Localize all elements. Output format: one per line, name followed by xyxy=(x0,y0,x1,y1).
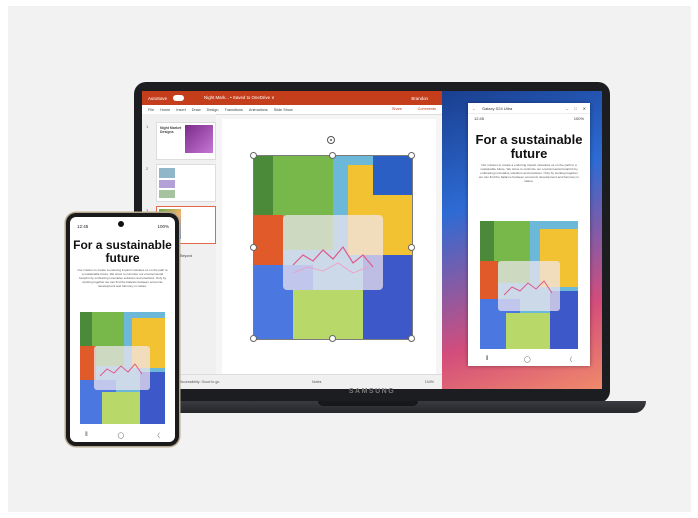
selection-frame xyxy=(253,155,413,340)
ppt-title-bar: AutoSave Night Mark... • Saved to OneDri… xyxy=(142,91,442,105)
comments-button[interactable]: Comments xyxy=(418,107,436,111)
page-body-text: Our mission to create a enduring impact … xyxy=(479,163,579,183)
smartphone: 12:45 100% For a sustainable future Our … xyxy=(66,213,179,446)
slide-thumbnail-1[interactable]: Night Market Designs xyxy=(156,122,216,160)
resize-handle[interactable] xyxy=(329,335,336,342)
back-icon[interactable]: ← xyxy=(472,106,476,111)
autosave-label: AutoSave xyxy=(148,95,168,101)
recents-icon[interactable]: ⦀ xyxy=(85,432,88,439)
notes-button[interactable]: Notes xyxy=(312,380,321,384)
resize-handle[interactable] xyxy=(250,152,257,159)
laptop-notch xyxy=(318,401,418,406)
back-nav-icon[interactable]: 〈 xyxy=(566,355,572,364)
status-time: 12:45 xyxy=(77,224,89,229)
home-icon[interactable]: ◯ xyxy=(524,356,531,363)
mirror-artwork-image xyxy=(480,221,578,349)
file-title[interactable]: Night Mark... • Saved to OneDrive ∨ xyxy=(204,95,274,101)
tab-slide-show[interactable]: Slide Show xyxy=(274,108,293,112)
slide-number: 1 xyxy=(146,124,149,129)
brand-logo: SAMSUNG xyxy=(348,388,396,395)
thumb-image xyxy=(185,125,213,153)
camera-punch-hole xyxy=(118,221,124,227)
rotate-handle-icon[interactable] xyxy=(326,135,336,145)
android-nav-bar: ⦀ ◯ 〈 xyxy=(70,429,175,442)
recents-icon[interactable]: ⦀ xyxy=(486,356,489,363)
phone-mirror-window[interactable]: ← Galaxy S24 Ultra – □ ✕ 12:45 100% For … xyxy=(468,103,590,366)
zoom-level[interactable]: 104% xyxy=(425,380,434,384)
back-nav-icon[interactable]: 〈 xyxy=(154,431,160,440)
status-time: 12:45 xyxy=(474,116,485,121)
battery-status: 100% xyxy=(157,224,169,229)
page-headline: For a sustainable future xyxy=(73,238,172,265)
thumb-title: Night Market Designs xyxy=(160,126,182,134)
autosave-toggle[interactable] xyxy=(173,95,185,101)
close-icon[interactable]: ✕ xyxy=(583,106,586,111)
phone-artwork-image xyxy=(80,312,165,424)
thumb-image xyxy=(159,190,175,198)
thumb-image xyxy=(159,180,175,188)
mirror-title-bar: ← Galaxy S24 Ultra – □ ✕ xyxy=(468,103,590,114)
device-name: Galaxy S24 Ultra xyxy=(482,105,513,111)
slide-thumbnail-2[interactable] xyxy=(156,164,216,202)
status-bar: Accessibility: Good to go Notes 104% xyxy=(142,374,442,389)
resize-handle[interactable] xyxy=(408,244,415,251)
minimize-icon[interactable]: – xyxy=(566,106,568,111)
resize-handle[interactable] xyxy=(408,335,415,342)
share-button[interactable]: Share xyxy=(392,107,402,111)
laptop-screen: AutoSave Night Mark... • Saved to OneDri… xyxy=(142,91,602,389)
resize-handle[interactable] xyxy=(329,152,336,159)
phone-screen[interactable]: 12:45 100% For a sustainable future Our … xyxy=(70,217,175,442)
resize-handle[interactable] xyxy=(250,244,257,251)
thumb-image xyxy=(159,168,175,178)
accessibility-status[interactable]: Accessibility: Good to go xyxy=(180,380,219,384)
home-icon[interactable]: ◯ xyxy=(117,432,124,439)
maximize-icon[interactable]: □ xyxy=(574,106,576,111)
tab-draw[interactable]: Draw xyxy=(192,108,201,112)
tab-transitions[interactable]: Transitions xyxy=(224,108,242,112)
laptop: AutoSave Night Mark... • Saved to OneDri… xyxy=(134,82,610,403)
powerpoint-window: AutoSave Night Mark... • Saved to OneDri… xyxy=(142,91,442,389)
resize-handle[interactable] xyxy=(408,152,415,159)
user-name[interactable]: Brandon xyxy=(411,96,428,101)
tab-home[interactable]: Home xyxy=(160,108,170,112)
resize-handle[interactable] xyxy=(250,335,257,342)
page-body-text: Our mission to create a enduring impact … xyxy=(77,268,168,288)
slide-number: 2 xyxy=(146,166,149,171)
tab-insert[interactable]: Insert xyxy=(176,108,186,112)
android-nav-bar: ⦀ ◯ 〈 xyxy=(468,352,590,366)
product-stage: AutoSave Night Mark... • Saved to OneDri… xyxy=(8,6,691,512)
page-headline: For a sustainable future xyxy=(475,132,583,161)
tab-design[interactable]: Design xyxy=(207,108,219,112)
tab-animations[interactable]: Animations xyxy=(249,108,268,112)
battery-status: 100% xyxy=(573,116,584,121)
tab-file[interactable]: File xyxy=(148,108,154,112)
